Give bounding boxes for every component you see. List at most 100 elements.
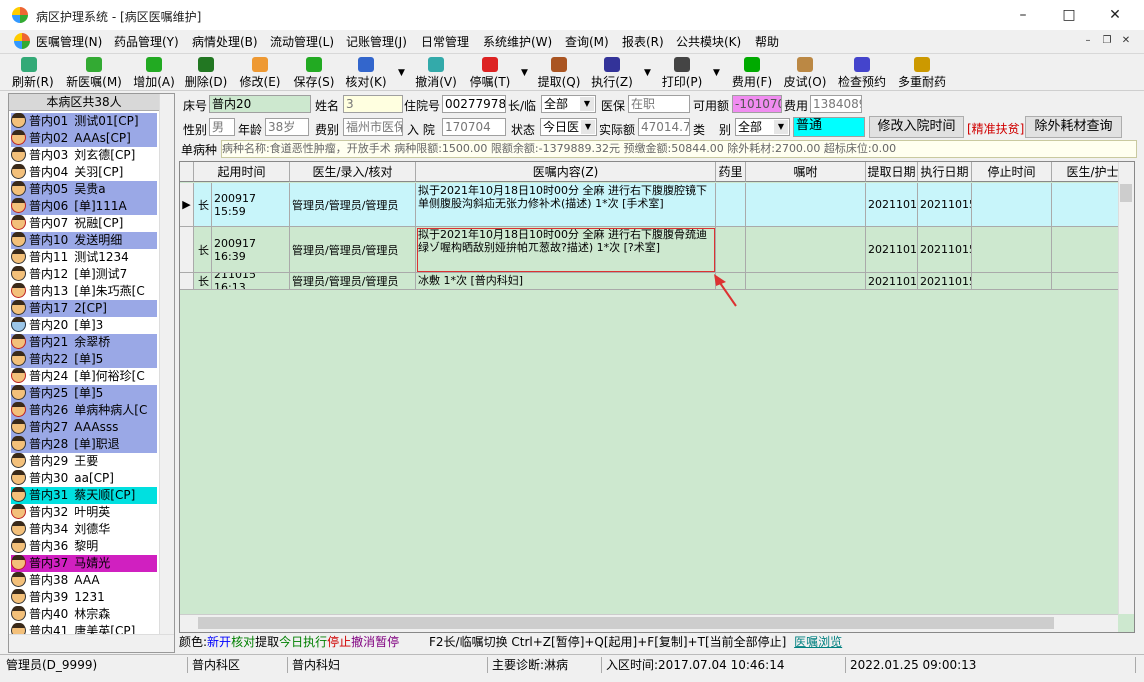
patient-row[interactable]: 普内04 关羽[CP] (11, 164, 157, 181)
grid-hscroll-thumb[interactable] (198, 617, 1054, 629)
patient-row[interactable]: 普内20 [单]3 (11, 317, 157, 334)
menu-query[interactable]: 查询(M) (565, 33, 609, 50)
cell-doctor[interactable]: 管理员/管理员/管理员 (290, 227, 416, 273)
patient-row[interactable]: 普内02 AAAs[CP] (11, 130, 157, 147)
cell-doctor[interactable]: 管理员/管理员/管理员 (290, 273, 416, 290)
cell-content[interactable]: 冰敷 1*次 [普内科妇] (416, 273, 716, 290)
grid-header-7[interactable]: 执行日期 (918, 162, 972, 182)
grid-header-0[interactable] (180, 162, 194, 182)
grid-header-8[interactable]: 停止时间 (972, 162, 1052, 182)
new-order-button[interactable]: 新医嘱(M) (66, 56, 122, 90)
inpatient-field[interactable]: 00277978 (442, 95, 506, 113)
cell-drug[interactable] (716, 183, 746, 227)
mdi-minimize-button[interactable]: – (1080, 34, 1096, 48)
cell-exec[interactable]: 20211015 (918, 273, 972, 290)
grid-header-5[interactable]: 嘱咐 (746, 162, 866, 182)
patient-row[interactable]: 普内06 [单]111A (11, 198, 157, 215)
refresh-button[interactable]: 刷新(R) (12, 56, 54, 90)
stop-dropdown-icon[interactable]: ▼ (521, 68, 528, 78)
bed-field[interactable]: 普内20 (209, 95, 311, 113)
longtemp-select[interactable]: 全部 ▼ (541, 95, 596, 113)
patient-row[interactable]: 普内38 AAA (11, 572, 157, 589)
patient-row[interactable]: 普内26 单病种病人[C (11, 402, 157, 419)
patient-row[interactable]: 普内28 [单]职退 (11, 436, 157, 453)
grid-header-4[interactable]: 药里 (716, 162, 746, 182)
patient-row[interactable]: 普内12 [单]测试7 (11, 266, 157, 283)
modify-admit-time-button[interactable]: 修改入院时间 (869, 116, 964, 138)
patient-row[interactable]: 普内21 余翠桥 (11, 334, 157, 351)
maximize-button[interactable]: □ (1046, 0, 1092, 30)
grid-vscrollbar[interactable] (1118, 162, 1134, 614)
patient-row[interactable]: 普内13 [单]朱巧燕[C (11, 283, 157, 300)
sex-field[interactable]: 男 (209, 118, 235, 136)
print-button[interactable]: 打印(P) (660, 56, 704, 90)
mdi-close-button[interactable]: ✕ (1118, 34, 1134, 48)
save-button[interactable]: 保存(S) (292, 56, 336, 90)
cell-exec[interactable]: 20211015 (918, 183, 972, 227)
admit-field[interactable]: 170704 (442, 118, 506, 136)
check-button[interactable]: 核对(K) (344, 56, 388, 90)
cell-stop[interactable] (972, 227, 1052, 273)
patient-row[interactable]: 普内24 [单]何裕珍[C (11, 368, 157, 385)
patient-row[interactable]: 普内34 刘德华 (11, 521, 157, 538)
multi-drug-resistance-button[interactable]: 多重耐药 (896, 56, 948, 90)
insurance-field[interactable]: 在职 (628, 95, 690, 113)
patient-row[interactable]: 普内36 黎明 (11, 538, 157, 555)
execute-dropdown-icon[interactable]: ▼ (644, 68, 651, 78)
menu-flow[interactable]: 流动管理(L) (270, 33, 334, 50)
state-select[interactable]: 今日医 ▼ (540, 118, 597, 136)
cell-note[interactable] (746, 273, 866, 290)
patient-row[interactable]: 普内25 [单]5 (11, 385, 157, 402)
cell-note[interactable] (746, 227, 866, 273)
menu-help[interactable]: 帮助 (755, 33, 779, 50)
patient-row[interactable]: 普内29 王要 (11, 453, 157, 470)
cell-type[interactable]: 长 (194, 227, 212, 273)
patient-row[interactable]: 普内27 AAAsss (11, 419, 157, 436)
table-row[interactable]: ▶ 长 200917 15:59 管理员/管理员/管理员 拟于2021年10月18日10… (180, 183, 1134, 227)
grid-vscroll-thumb[interactable] (1120, 184, 1132, 202)
patient-row[interactable]: 普内05 吴贵a (11, 181, 157, 198)
cell-fetch[interactable]: 20211015 (866, 227, 918, 273)
add-button[interactable]: 增加(A) (132, 56, 176, 90)
patient-row[interactable]: 普内40 林宗森 (11, 606, 157, 623)
menu-public[interactable]: 公共模块(K) (676, 33, 741, 50)
cost-field[interactable]: 1384089 (810, 95, 862, 113)
undo-button[interactable]: 撤消(V) (414, 56, 458, 90)
cell-start[interactable]: 211015 16:13 (212, 273, 290, 290)
delete-button[interactable]: 删除(D) (184, 56, 228, 90)
patient-row[interactable]: 普内37 马婧光 (11, 555, 157, 572)
menu-accounting[interactable]: 记账管理(J) (346, 33, 407, 50)
menu-report[interactable]: 报表(R) (622, 33, 664, 50)
print-dropdown-icon[interactable]: ▼ (713, 68, 720, 78)
check-dropdown-icon[interactable]: ▼ (398, 68, 405, 78)
menu-order-management[interactable]: 医嘱管理(N) (36, 33, 102, 50)
cell-exec[interactable]: 20211015 (918, 227, 972, 273)
minimize-button[interactable]: – (1000, 0, 1046, 30)
patient-row[interactable]: 普内22 [单]5 (11, 351, 157, 368)
edit-button[interactable]: 修改(E) (238, 56, 282, 90)
exam-booking-button[interactable]: 检查预约 (836, 56, 888, 90)
kind-select[interactable]: 全部 ▼ (735, 118, 790, 136)
patient-list-hscrollbar[interactable] (9, 634, 174, 652)
patient-row[interactable]: 普内30 aa[CP] (11, 470, 157, 487)
available-field[interactable]: -101070 (732, 95, 782, 113)
skin-test-button[interactable]: 皮试(O) (783, 56, 827, 90)
menu-daily[interactable]: 日常管理 (421, 33, 469, 50)
cell-content[interactable]: 拟于2021年10月18日10时00分 全麻 进行右下腹腹腔镜下单侧腹股沟斜疝无… (416, 183, 716, 227)
mdi-restore-button[interactable]: ❐ (1099, 34, 1115, 48)
cell-doctor[interactable]: 管理员/管理员/管理员 (290, 183, 416, 227)
grid-header-3[interactable]: 医嘱内容(Z) (416, 162, 716, 182)
cell-note[interactable] (746, 183, 866, 227)
cell-fetch[interactable]: 20211015 (866, 183, 918, 227)
name-field[interactable]: 3 (343, 95, 403, 113)
grid-header-6[interactable]: 提取日期 (866, 162, 918, 182)
patient-row[interactable]: 普内17 2[CP] (11, 300, 157, 317)
menu-drug-management[interactable]: 药品管理(Y) (114, 33, 179, 50)
patient-list-vscrollbar[interactable] (159, 94, 174, 634)
cell-stop[interactable] (972, 273, 1052, 290)
cell-type[interactable]: 长 (194, 273, 212, 290)
table-row[interactable]: 长 211015 16:13 管理员/管理员/管理员 冰敷 1*次 [普内科妇] 202… (180, 273, 1134, 290)
menu-condition[interactable]: 病情处理(B) (192, 33, 258, 50)
patient-row[interactable]: 普内31 蔡天顺[CP] (11, 487, 157, 504)
cell-stop[interactable] (972, 183, 1052, 227)
